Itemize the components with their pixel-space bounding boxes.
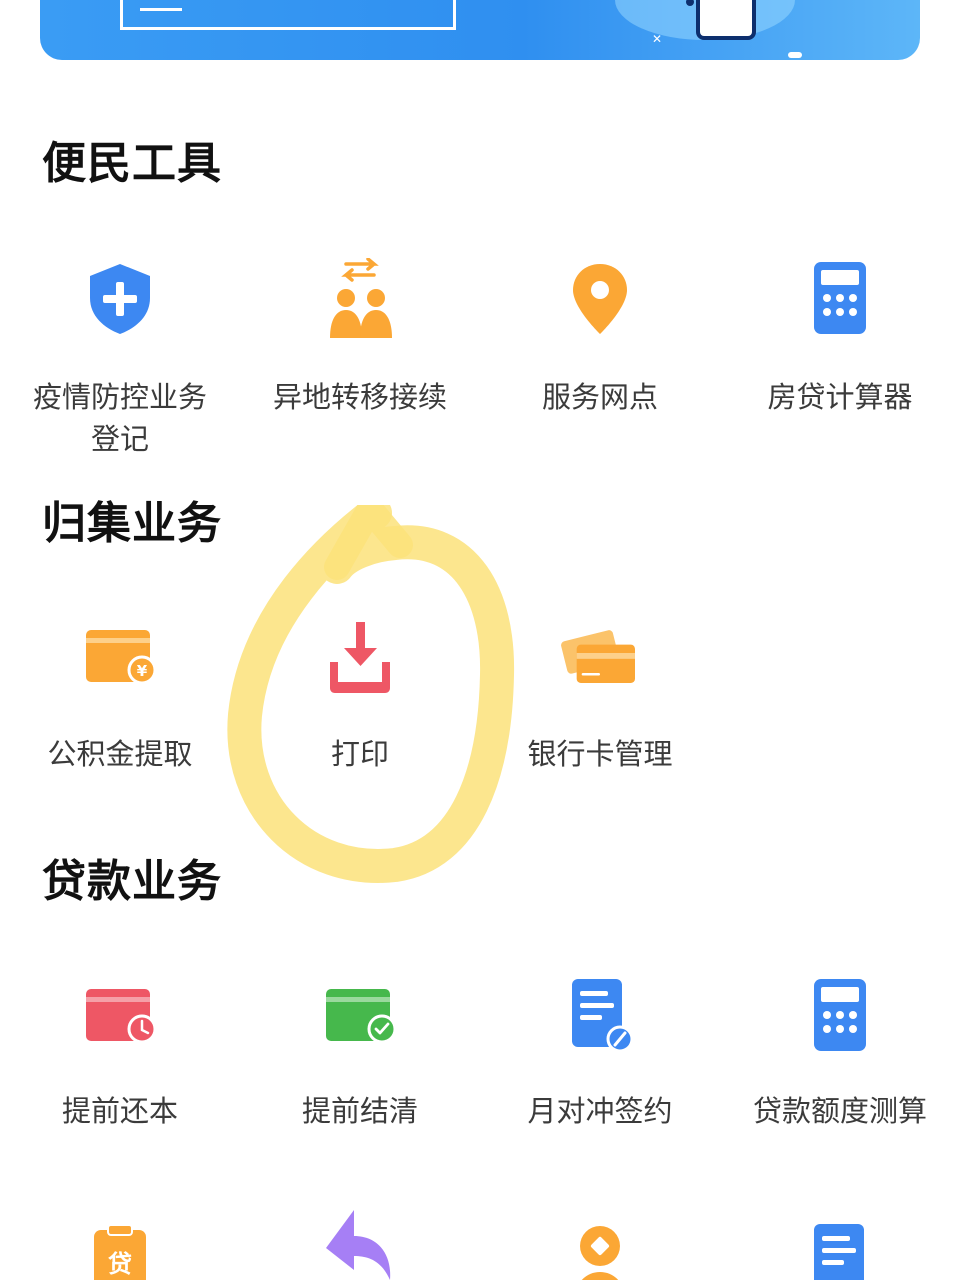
collection-print[interactable]: 打印 (240, 618, 480, 788)
location-pin-icon (573, 264, 627, 334)
collection-fund-withdrawal[interactable]: ¥ 公积金提取 (0, 618, 240, 788)
calculator-icon (814, 262, 866, 334)
document-icon (814, 1224, 864, 1280)
loan-early-settlement[interactable]: 提前结清 (240, 975, 480, 1145)
section-title-tools: 便民工具 (42, 138, 222, 189)
card-clock-icon (86, 989, 157, 1044)
loan-label: 提前结清 (301, 1094, 418, 1128)
svg-text:¥: ¥ (137, 662, 148, 680)
loan-label: 贷款额度测算 (752, 1094, 927, 1128)
banner-illustration (696, 0, 756, 40)
banner-fish (788, 52, 802, 58)
clipboard-char: 贷 (108, 1250, 132, 1278)
return-arrow-icon (326, 1210, 391, 1280)
banner-frame (120, 0, 456, 30)
card-check-icon (326, 989, 397, 1044)
loan-item-partial[interactable]: 贷 (0, 1222, 240, 1280)
banner-dash (140, 8, 182, 11)
tool-label: 疫情防控业务登记 (32, 380, 207, 456)
collection-label: 公积金提取 (47, 737, 193, 771)
loan-monthly-offset-signing[interactable]: 月对冲签约 (480, 975, 720, 1145)
loan-item-partial[interactable] (480, 1222, 720, 1280)
tool-remote-transfer[interactable]: 异地转移接续 (240, 258, 480, 428)
app-page: ✕ 便民工具 疫情防控业务登记 异地转移接续 服务网点 房贷计算器 归集业务 ¥… (0, 0, 960, 1280)
loan-label: 提前还本 (61, 1094, 178, 1128)
tool-service-outlets[interactable]: 服务网点 (480, 258, 720, 428)
collection-bank-card-management[interactable]: 银行卡管理 (480, 618, 720, 788)
coin-person-icon (580, 1226, 620, 1280)
shield-plus-icon (90, 264, 150, 334)
yen-card-icon: ¥ (86, 630, 157, 685)
collection-label: 银行卡管理 (527, 737, 673, 771)
tool-epidemic-registration[interactable]: 疫情防控业务登记 (0, 258, 240, 468)
calculator-icon (814, 979, 866, 1051)
download-print-icon (330, 622, 390, 693)
loan-early-repayment[interactable]: 提前还本 (0, 975, 240, 1145)
loan-item-partial[interactable] (720, 1222, 960, 1280)
tool-label: 服务网点 (541, 380, 658, 414)
tool-label: 异地转移接续 (272, 380, 447, 414)
loan-clipboard-icon: 贷 (94, 1224, 146, 1280)
bank-cards-icon (561, 630, 635, 683)
tool-mortgage-calculator[interactable]: 房贷计算器 (720, 258, 960, 428)
loan-label: 月对冲签约 (527, 1094, 673, 1128)
top-banner[interactable]: ✕ (40, 0, 920, 60)
section-title-loans: 贷款业务 (42, 856, 222, 907)
loan-item-partial[interactable] (240, 1208, 480, 1280)
banner-sparkle-icon: ✕ (652, 32, 663, 46)
collection-label: 打印 (330, 737, 389, 771)
loan-quota-estimate[interactable]: 贷款额度测算 (720, 975, 960, 1145)
document-pen-icon (572, 979, 634, 1053)
people-transfer-icon (330, 258, 392, 338)
tool-label: 房贷计算器 (767, 380, 913, 414)
section-title-collection: 归集业务 (42, 498, 222, 549)
